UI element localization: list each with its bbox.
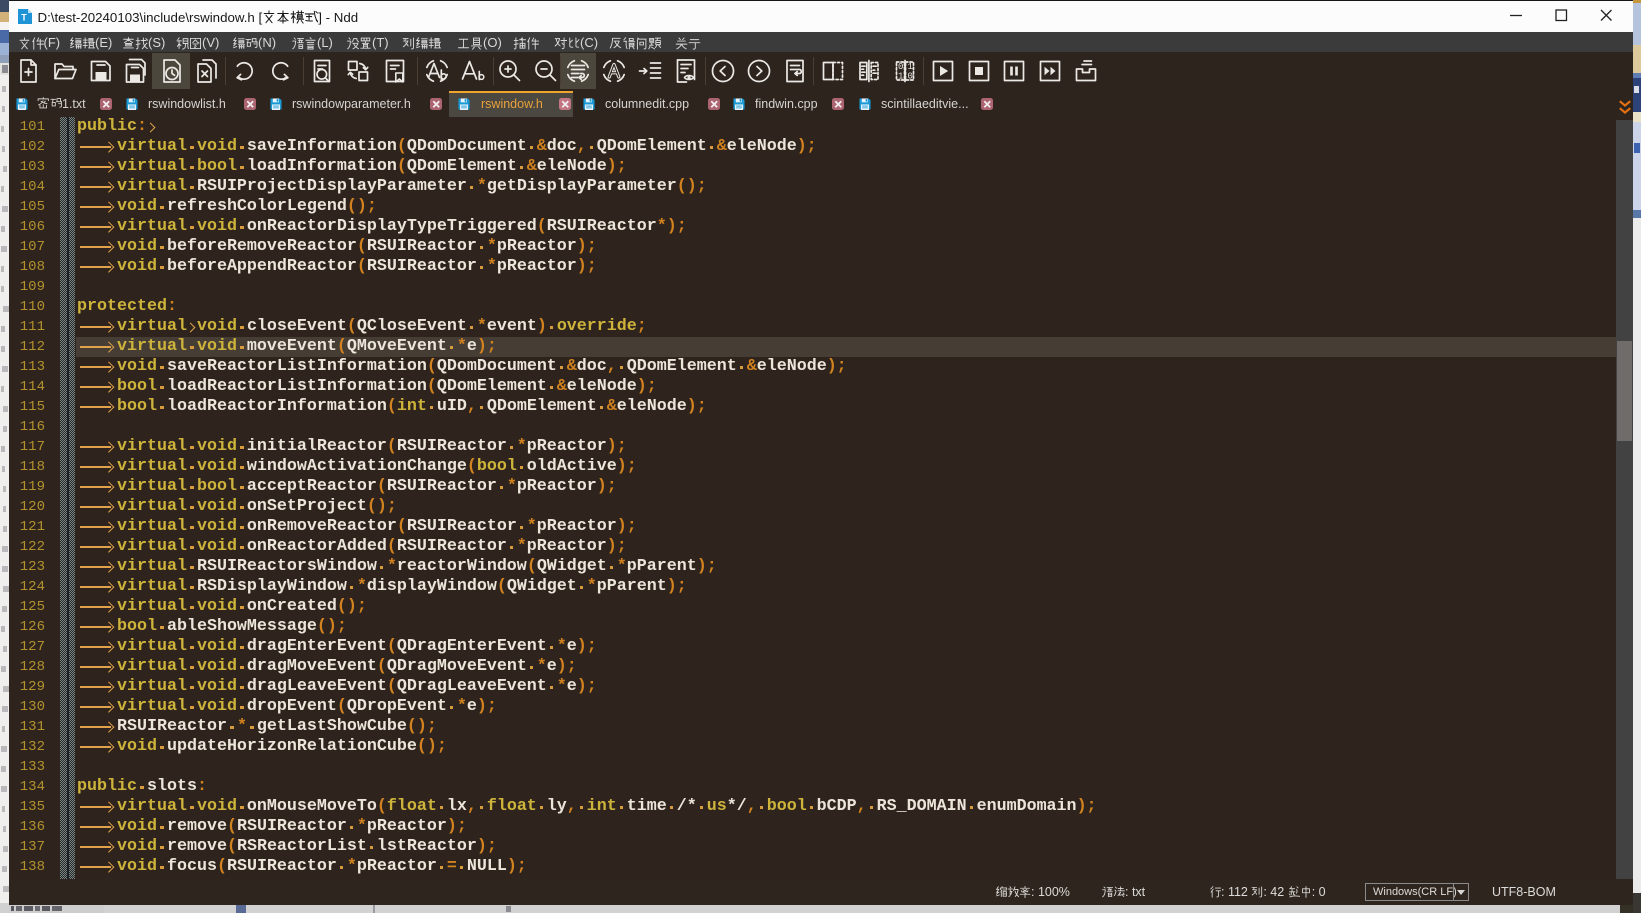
svg-text:0: 0	[908, 71, 913, 81]
svg-text:1: 1	[898, 71, 903, 81]
svg-text:0: 0	[898, 62, 903, 72]
svg-text:T: T	[21, 13, 27, 23]
svg-text:1: 1	[908, 62, 913, 72]
